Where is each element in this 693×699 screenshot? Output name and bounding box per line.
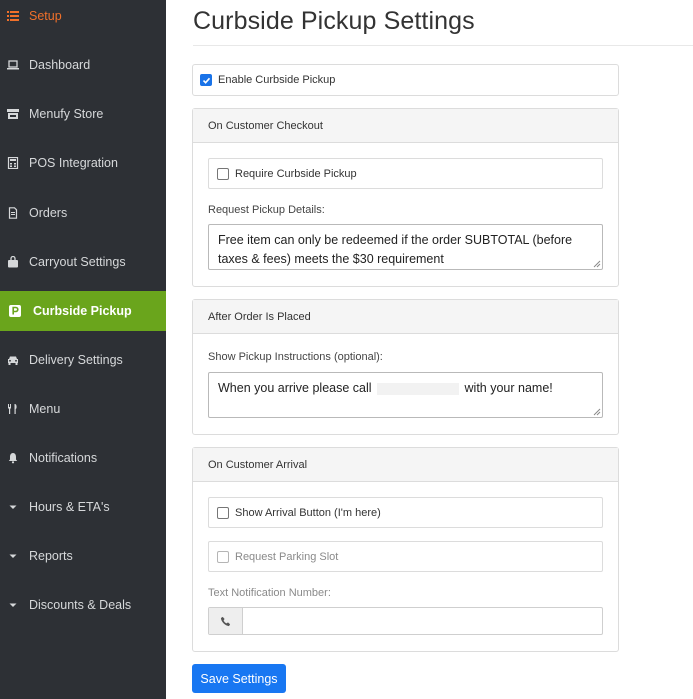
arrival-heading: On Customer Arrival [193,448,618,482]
phone-icon [220,616,231,626]
resize-handle-icon[interactable] [593,260,601,268]
sidebar-item-reports[interactable]: Reports [0,536,166,576]
page-title: Curbside Pickup Settings [193,7,475,35]
parking-slot-label: Request Parking Slot [235,550,339,563]
caret-down-icon [6,598,20,612]
resize-handle-icon[interactable] [593,408,601,416]
enable-curbside-label: Enable Curbside Pickup [218,74,336,86]
sidebar-item-orders[interactable]: Orders [0,193,166,233]
sidebar-item-label: Discounts & Deals [29,598,132,612]
sidebar-item-label: Carryout Settings [29,255,126,269]
instructions-text-end: with your name! [464,381,553,395]
sidebar-item-hours-etas[interactable]: Hours & ETA's [0,487,166,527]
enable-curbside-panel: Enable Curbside Pickup [192,64,619,96]
file-icon [6,206,20,220]
checkmark-icon [202,77,210,84]
parking-slot-row[interactable]: Request Parking Slot [208,541,603,572]
arrival-button-row[interactable]: Show Arrival Button (I'm here) [208,497,603,528]
bell-icon [6,451,20,465]
sidebar-item-label: Menufy Store [29,107,104,121]
require-curbside-label: Require Curbside Pickup [235,167,357,180]
laptop-icon [6,58,20,72]
arrival-button-label: Show Arrival Button (I'm here) [235,506,381,519]
car-icon [6,353,20,367]
text-number-label: Text Notification Number: [208,587,331,599]
sidebar-item-menu[interactable]: Menu [0,389,166,429]
sidebar-item-discounts-deals[interactable]: Discounts & Deals [0,585,166,625]
sidebar-item-carryout-settings[interactable]: Carryout Settings [0,242,166,282]
sidebar-item-label: Orders [29,206,68,220]
caret-down-icon [6,549,20,563]
sidebar-item-pos-integration[interactable]: POS Integration [0,143,166,183]
sidebar-item-label: Notifications [29,451,98,465]
text-number-field [208,607,603,635]
title-divider [193,45,693,46]
utensils-icon [6,402,20,416]
parking-icon [8,304,22,318]
sidebar-item-label: Curbside Pickup [33,304,132,318]
sidebar-item-label: Reports [29,549,73,563]
sidebar-item-label: Hours & ETA's [29,500,110,514]
list-icon [6,9,20,23]
enable-curbside-checkbox[interactable] [200,74,212,86]
pickup-details-text: Free item can only be redeemed if the or… [218,233,573,266]
sidebar-item-setup[interactable]: Setup [0,0,166,36]
require-curbside-checkbox[interactable] [217,167,229,180]
redacted-phone-number [377,382,460,395]
pickup-details-textarea[interactable]: Free item can only be redeemed if the or… [208,224,603,270]
require-curbside-row[interactable]: Require Curbside Pickup [208,158,603,189]
pickup-instructions-textarea[interactable]: When you arrive please call with your na… [208,372,603,418]
arrival-button-checkbox[interactable] [217,506,229,519]
after-order-heading: After Order Is Placed [193,300,618,334]
save-settings-button[interactable]: Save Settings [192,664,286,693]
parking-slot-checkbox[interactable] [217,550,229,563]
sidebar-item-label: Delivery Settings [29,353,123,367]
sidebar: Setup Dashboard Menufy Store POS Integra… [0,0,166,699]
sidebar-item-label: Setup [29,9,62,23]
calculator-icon [6,156,20,170]
text-number-input[interactable] [243,608,602,634]
sidebar-item-label: Menu [29,402,61,416]
shopping-bag-icon [6,255,20,269]
instructions-text-start: When you arrive please call [218,381,372,395]
pickup-instructions-label: Show Pickup Instructions (optional): [208,351,383,363]
phone-addon [209,608,243,634]
sidebar-item-menufy-store[interactable]: Menufy Store [0,94,166,134]
sidebar-item-label: Dashboard [29,58,91,72]
checkout-heading: On Customer Checkout [193,109,618,143]
sidebar-item-dashboard[interactable]: Dashboard [0,45,166,85]
sidebar-item-notifications[interactable]: Notifications [0,438,166,478]
sidebar-item-delivery-settings[interactable]: Delivery Settings [0,340,166,380]
store-icon [6,107,20,121]
pickup-details-label: Request Pickup Details: [208,204,325,216]
sidebar-item-label: POS Integration [29,156,118,170]
caret-down-icon [6,500,20,514]
sidebar-item-curbside-pickup[interactable]: Curbside Pickup [0,291,166,331]
